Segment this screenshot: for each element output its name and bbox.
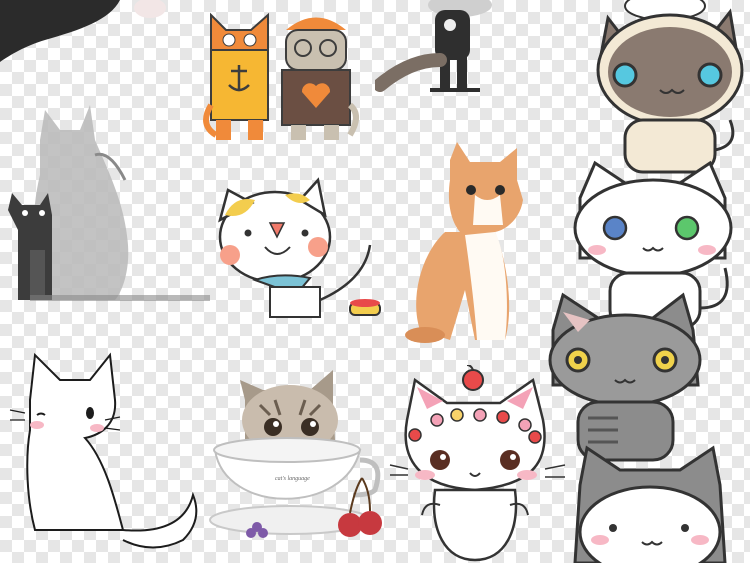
sketch-gray-cat-silhouette (8, 105, 210, 301)
teacup-text: cat's language (275, 476, 310, 482)
dark-cat-walking-illustration (375, 0, 492, 92)
gray-chibi-cat (548, 292, 702, 462)
white-cat-line-art (9, 352, 198, 549)
glasses-cat-illustration (281, 17, 359, 140)
white-cat-blue-scarf (218, 177, 381, 318)
tabby-kitten-in-teacup: cat's language (209, 370, 382, 538)
siamese-chibi-cat (596, 0, 744, 174)
black-figure-corner (0, 0, 166, 62)
orange-white-kitten-photo (405, 142, 523, 343)
gray-white-chibi-cat-bottom (573, 445, 727, 563)
